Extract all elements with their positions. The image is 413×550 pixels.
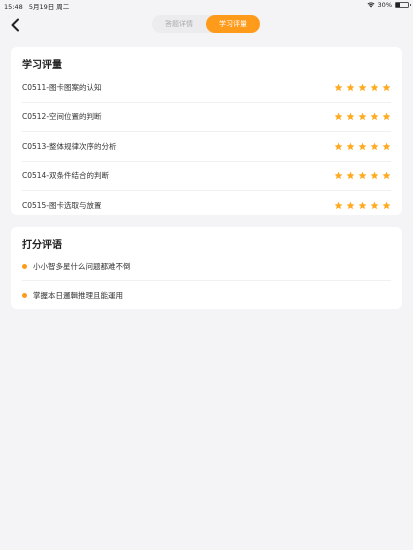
star-rating [334,112,391,121]
star-rating [334,201,391,210]
battery-icon [395,2,411,8]
star-icon [334,171,343,180]
star-icon [334,142,343,150]
star-icon [382,83,391,91]
evaluation-row: C0512-空间位置的判断 [22,103,391,132]
star-icon [334,112,343,121]
star-icon [370,201,379,209]
star-icon [382,171,391,180]
evaluation-row: C0511-图卡图案的认知 [22,73,391,103]
star-icon [358,112,367,121]
bullet-dot-icon [22,263,27,269]
star-icon [334,83,343,91]
evaluation-row: C0515-图卡选取与放置 [22,191,391,220]
star-icon [346,171,355,180]
wifi-icon [367,2,375,8]
comments-card: 打分评语 小小智多星什么问题都难不倒 掌握本日邏輯推理且能運用 [11,227,402,309]
comment-text: 小小智多星什么问题都难不倒 [33,261,131,271]
comment-item: 掌握本日邏輯推理且能運用 [22,281,391,309]
status-bar: 15:48 5月19日 周二 30% [0,0,413,12]
star-icon [346,142,355,150]
star-icon [370,112,379,121]
battery-percent: 30% [377,1,392,9]
tab-group: 答题详情 学习评量 [152,15,260,33]
status-right: 30% [367,1,411,9]
star-icon [346,201,355,209]
back-button[interactable] [6,15,24,35]
evaluation-label: C0512-空间位置的判断 [22,112,102,122]
star-icon [358,83,367,91]
tab-answer-details[interactable]: 答题详情 [152,15,206,33]
star-icon [358,171,367,180]
chevron-left-icon [11,18,19,32]
comment-text: 掌握本日邏輯推理且能運用 [33,290,123,300]
star-icon [358,201,367,209]
evaluation-label: C0514-双条件结合的判断 [22,171,110,181]
evaluation-label: C0515-图卡选取与放置 [22,200,102,210]
star-icon [382,142,391,150]
star-icon [358,142,367,150]
bullet-dot-icon [22,292,27,298]
evaluation-title: 学习评量 [22,60,62,71]
star-icon [346,83,355,91]
star-icon [382,112,391,121]
star-icon [370,83,379,91]
star-icon [370,142,379,150]
comments-list: 小小智多星什么问题都难不倒 掌握本日邏輯推理且能運用 [22,252,391,309]
star-icon [334,201,343,209]
evaluation-label: C0513-整体规律次序的分析 [22,141,117,151]
evaluation-card: 学习评量 C0511-图卡图案的认知 C0512-空间位置的判断 C0513-整… [11,47,402,215]
star-rating [334,142,391,151]
evaluation-label: C0511-图卡图案的认知 [22,82,102,92]
nav-bar: 答题详情 学习评量 [0,12,413,38]
evaluation-list: C0511-图卡图案的认知 C0512-空间位置的判断 C0513-整体规律次序… [22,73,391,220]
battery-fill [396,3,400,7]
status-left: 15:48 5月19日 周二 [4,1,73,11]
status-date: 5月19日 周二 [28,3,70,11]
star-icon [382,201,391,209]
status-time: 15:48 [4,3,23,11]
tab-learning-evaluation[interactable]: 学习评量 [206,15,260,33]
star-rating [334,171,391,180]
star-rating [334,83,391,92]
comments-title: 打分评语 [22,240,62,251]
star-icon [370,171,379,180]
evaluation-row: C0514-双条件结合的判断 [22,162,391,191]
evaluation-row: C0513-整体规律次序的分析 [22,132,391,162]
star-icon [346,112,355,121]
comment-item: 小小智多星什么问题都难不倒 [22,252,391,281]
